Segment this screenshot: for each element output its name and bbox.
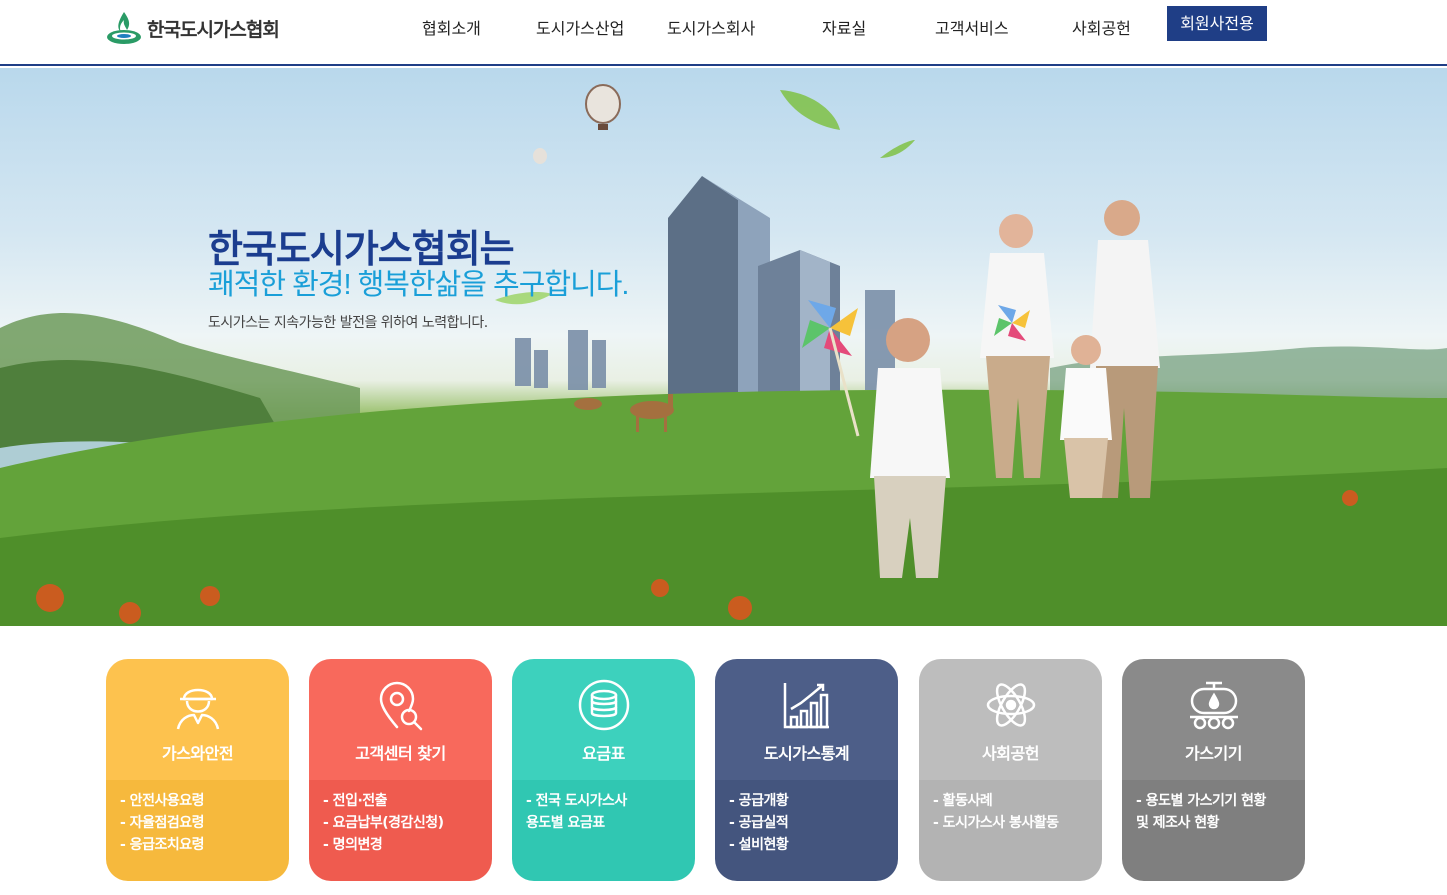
card-header: 고객센터 찾기 <box>309 659 492 780</box>
card-title: 고객센터 찾기 <box>355 744 446 763</box>
card-links: - 활동사례 - 도시가스사 봉사활동 <box>919 780 1102 881</box>
hero-banner: 한국도시가스협회는 쾌적한 환경! 행복한삶을 추구합니다. 도시가스는 지속가… <box>0 68 1447 626</box>
card-link[interactable]: 및 제조사 현황 <box>1136 812 1293 834</box>
card-link[interactable]: - 응급조치요령 <box>120 834 277 856</box>
card-link[interactable]: - 안전사용요령 <box>120 790 277 812</box>
member-only-button[interactable]: 회원사전용 <box>1167 6 1267 41</box>
card-title: 사회공헌 <box>982 744 1039 763</box>
card-title: 가스기기 <box>1185 744 1242 763</box>
card-social-contribution[interactable]: 사회공헌 - 활동사례 - 도시가스사 봉사활동 <box>919 659 1102 881</box>
card-links: - 안전사용요령 - 자율점검요령 - 응급조치요령 <box>106 780 289 881</box>
logo-text: 한국도시가스협회 <box>147 19 280 41</box>
card-link[interactable]: - 전국 도시가스사 <box>526 790 683 812</box>
card-link[interactable]: - 용도별 가스기기 현황 <box>1136 790 1293 812</box>
card-links: - 용도별 가스기기 현황 및 제조사 현황 <box>1122 780 1305 881</box>
hero-description: 도시가스는 지속가능한 발전을 위하여 노력합니다. <box>208 315 488 331</box>
card-header: 사회공헌 <box>919 659 1102 780</box>
card-header: 가스기기 <box>1122 659 1305 780</box>
hero-scene-illustration <box>0 84 1447 626</box>
worker-helmet-icon <box>176 688 220 730</box>
nav-item-industry[interactable]: 도시가스산업 <box>536 15 624 39</box>
coin-stack-icon <box>578 679 630 731</box>
card-links: - 전입·전출 - 요금납부(경감신청) - 명의변경 <box>309 780 492 881</box>
card-links: - 공급개황 - 공급실적 - 설비현황 <box>715 780 898 881</box>
gas-tank-truck-icon <box>1190 681 1238 730</box>
card-link[interactable]: 용도별 요금표 <box>526 812 683 834</box>
card-header: 가스와안전 <box>106 659 289 780</box>
card-link[interactable]: - 명의변경 <box>323 834 480 856</box>
card-link[interactable]: - 공급실적 <box>729 812 886 834</box>
card-link[interactable]: - 공급개황 <box>729 790 886 812</box>
nav-item-companies[interactable]: 도시가스회사 <box>667 15 755 39</box>
card-gas-safety[interactable]: 가스와안전 - 안전사용요령 - 자율점검요령 - 응급조치요령 <box>106 659 289 881</box>
logo-flame-icon <box>107 12 141 44</box>
card-link[interactable]: - 활동사례 <box>933 790 1090 812</box>
card-title: 요금표 <box>582 744 625 763</box>
site-logo[interactable]: 한국도시가스협회 <box>105 8 280 48</box>
card-rate-table[interactable]: 요금표 - 전국 도시가스사 용도별 요금표 <box>512 659 695 881</box>
nav-item-customer-service[interactable]: 고객서비스 <box>935 15 1009 39</box>
card-header: 요금표 <box>512 659 695 780</box>
card-title: 도시가스통계 <box>763 744 850 763</box>
location-search-icon <box>379 681 423 731</box>
site-header: 한국도시가스협회 협회소개 도시가스산업 도시가스회사 자료실 고객서비스 사회… <box>0 0 1447 66</box>
bar-chart-icon <box>783 683 829 729</box>
card-find-customer-center[interactable]: 고객센터 찾기 - 전입·전출 - 요금납부(경감신청) - 명의변경 <box>309 659 492 881</box>
hero-subtitle: 쾌적한 환경! 행복한삶을 추구합니다. <box>208 269 629 301</box>
card-link[interactable]: - 설비현황 <box>729 834 886 856</box>
card-link[interactable]: - 요금납부(경감신청) <box>323 812 480 834</box>
nav-item-library[interactable]: 자료실 <box>822 15 866 39</box>
atom-icon <box>986 683 1036 727</box>
card-header: 도시가스통계 <box>715 659 898 780</box>
card-links: - 전국 도시가스사 용도별 요금표 <box>512 780 695 881</box>
quick-menu-cards: 가스와안전 - 안전사용요령 - 자율점검요령 - 응급조치요령 고객센터 찾기… <box>0 626 1447 895</box>
card-link[interactable]: - 전입·전출 <box>323 790 480 812</box>
card-gas-statistics[interactable]: 도시가스통계 - 공급개황 - 공급실적 - 설비현황 <box>715 659 898 881</box>
card-gas-appliances[interactable]: 가스기기 - 용도별 가스기기 현황 및 제조사 현황 <box>1122 659 1305 881</box>
nav-item-about[interactable]: 협회소개 <box>422 15 481 39</box>
card-link[interactable]: - 도시가스사 봉사활동 <box>933 812 1090 834</box>
nav-item-social-contribution[interactable]: 사회공헌 <box>1072 15 1131 39</box>
card-link[interactable]: - 자율점검요령 <box>120 812 277 834</box>
card-title: 가스와안전 <box>161 744 234 763</box>
